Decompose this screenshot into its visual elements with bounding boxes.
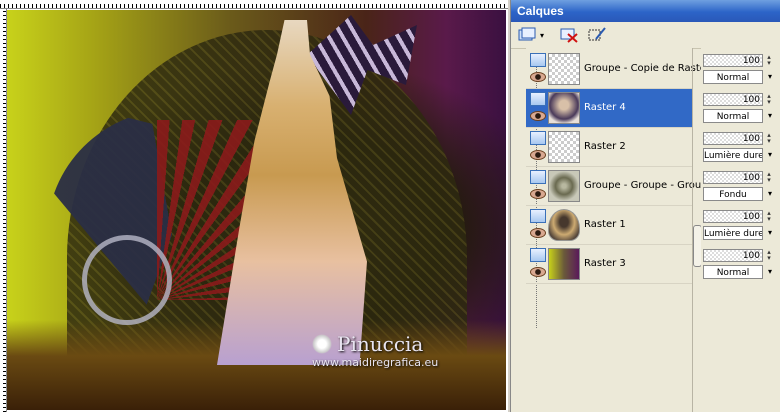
layer-thumbnail <box>548 170 580 202</box>
new-layer-dropdown-button[interactable]: ▾ <box>537 25 547 45</box>
opacity-field[interactable]: 100 <box>703 93 763 106</box>
layer-thumbnail <box>548 209 580 241</box>
edit-selection-button[interactable] <box>587 25 607 45</box>
flower-icon <box>312 334 332 354</box>
blend-mode-select[interactable]: Lumière dure <box>703 148 763 162</box>
layer-thumbnail <box>548 92 580 124</box>
visibility-eye-icon[interactable] <box>530 150 546 160</box>
visibility-eye-icon[interactable] <box>530 111 546 121</box>
layer-row[interactable]: Raster 2 <box>526 128 692 167</box>
blend-mode-select[interactable]: Lumière dure <box>703 226 763 240</box>
layer-row-selected[interactable]: Raster 4 <box>526 89 692 128</box>
layer-type-icon <box>530 131 546 145</box>
blend-mode-select[interactable]: Fondu <box>703 187 763 201</box>
opacity-stepper[interactable]: ▴ ▾ <box>765 132 773 145</box>
layer-row[interactable]: Raster 1 <box>526 206 692 245</box>
layer-properties: 100 ▴ ▾ Fondu ▾ <box>703 169 777 207</box>
layer-properties: 100 ▴ ▾ Lumière dure ▾ <box>703 208 777 246</box>
chevron-down-icon[interactable]: ▾ <box>765 148 775 162</box>
blend-mode-select[interactable]: Normal <box>703 70 763 84</box>
visibility-eye-icon[interactable] <box>530 72 546 82</box>
layer-properties: 100 ▴ ▾ Normal ▾ <box>703 52 777 90</box>
layer-thumbnail <box>548 131 580 163</box>
brush-selection-icon <box>588 27 606 41</box>
layer-thumbnail <box>548 53 580 85</box>
layer-type-icon <box>530 170 546 184</box>
opacity-field[interactable]: 100 <box>703 249 763 262</box>
layer-name: Raster 2 <box>584 141 626 152</box>
visibility-eye-icon[interactable] <box>530 228 546 238</box>
visibility-eye-icon[interactable] <box>530 267 546 277</box>
opacity-stepper[interactable]: ▴ ▾ <box>765 93 773 106</box>
new-layer-button[interactable] <box>517 25 537 45</box>
layer-name: Raster 3 <box>584 258 626 269</box>
chevron-down-icon[interactable]: ▾ <box>765 226 775 240</box>
opacity-field[interactable]: 100 <box>703 171 763 184</box>
layer-properties-column: 100 ▴ ▾ Normal ▾ 100 ▴ ▾ Normal ▾ 100 ▴ ▾ L… <box>701 48 780 412</box>
layer-name: Groupe - Groupe - Groupe <box>584 180 714 191</box>
layer-type-icon <box>530 53 546 67</box>
layer-type-icon <box>530 209 546 223</box>
palette-title-bar[interactable]: Calques <box>511 0 780 22</box>
chevron-down-icon[interactable]: ▾ <box>765 109 775 123</box>
chevron-down-icon[interactable]: ▾ <box>765 265 775 279</box>
layer-type-icon <box>530 92 546 106</box>
blend-mode-select[interactable]: Normal <box>703 265 763 279</box>
chevron-down-icon: ▾ <box>539 30 544 40</box>
seal-emblem <box>82 235 172 325</box>
layer-properties: 100 ▴ ▾ Lumière dure ▾ <box>703 130 777 168</box>
layer-name: Raster 1 <box>584 219 626 230</box>
opacity-stepper[interactable]: ▴ ▾ <box>765 171 773 184</box>
watermark-signature: Pinuccia <box>337 332 424 356</box>
layer-list: Groupe - Copie de Raster Raster 4 Raster… <box>526 48 714 412</box>
layer-row[interactable]: Groupe - Groupe - Groupe <box>526 167 714 206</box>
layer-type-icon <box>530 248 546 262</box>
opacity-field[interactable]: 100 <box>703 210 763 223</box>
watermark-url: www.maidiregrafica.eu <box>312 356 439 369</box>
delete-layer-icon <box>560 28 578 43</box>
opacity-field[interactable]: 100 <box>703 54 763 67</box>
chevron-down-icon[interactable]: ▾ <box>765 187 775 201</box>
layers-palette: Calques ▾ Groupe - Copie de Raster Raste… <box>510 0 780 412</box>
layer-name: Raster 4 <box>584 102 626 113</box>
visibility-eye-icon[interactable] <box>530 189 546 199</box>
artwork-image[interactable]: Pinuccia www.maidiregrafica.eu <box>7 10 506 410</box>
opacity-field[interactable]: 100 <box>703 132 763 145</box>
layer-row[interactable]: Groupe - Copie de Raster <box>526 50 710 89</box>
opacity-stepper[interactable]: ▴ ▾ <box>765 210 773 223</box>
new-layer-icon <box>518 27 536 41</box>
opacity-stepper[interactable]: ▴ ▾ <box>765 54 773 67</box>
layer-properties: 100 ▴ ▾ Normal ▾ <box>703 247 777 285</box>
opacity-stepper[interactable]: ▴ ▾ <box>765 249 773 262</box>
delete-layer-button[interactable] <box>559 25 579 45</box>
horizontal-ruler <box>0 0 508 9</box>
layer-row[interactable]: Raster 3 <box>526 245 692 284</box>
image-canvas-area[interactable]: Pinuccia www.maidiregrafica.eu <box>0 0 508 412</box>
layer-properties: 100 ▴ ▾ Normal ▾ <box>703 91 777 129</box>
layer-thumbnail <box>548 248 580 280</box>
palette-title: Calques <box>517 4 564 18</box>
chevron-down-icon[interactable]: ▾ <box>765 70 775 84</box>
palette-toolbar: ▾ <box>511 22 780 49</box>
vertical-ruler <box>0 8 7 412</box>
blend-mode-select[interactable]: Normal <box>703 109 763 123</box>
